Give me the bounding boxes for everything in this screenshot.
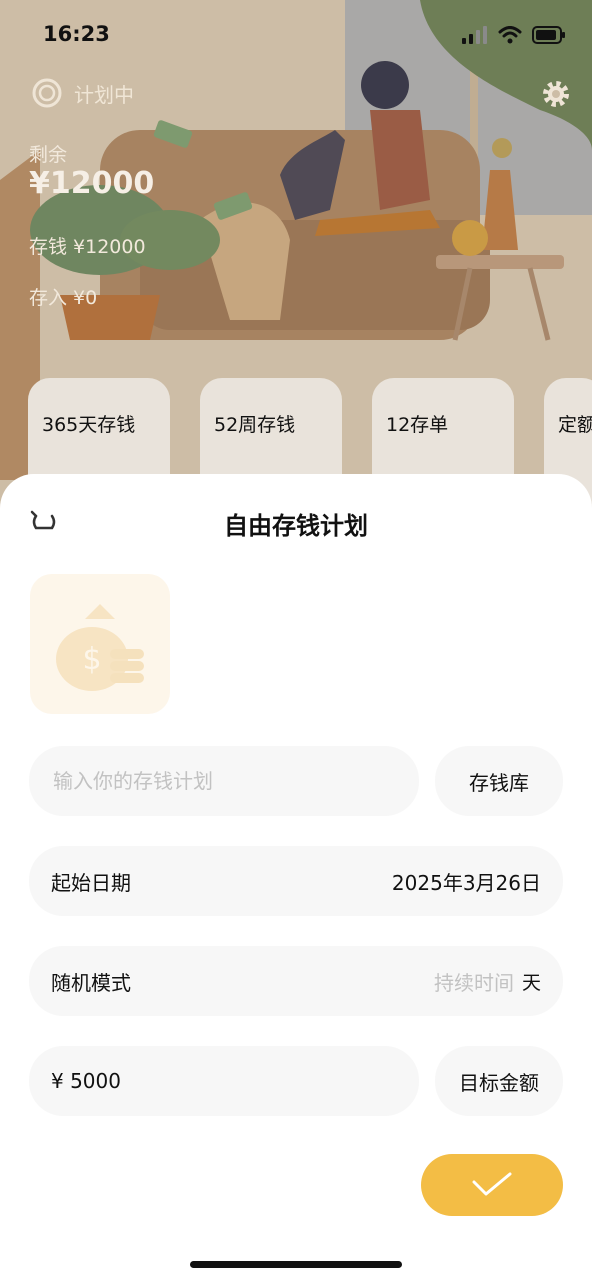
plan-name-input[interactable] [51,768,397,794]
amount-field[interactable]: ¥ 5000 [29,1046,419,1116]
gear-icon [543,81,569,107]
status-time: 16:23 [43,22,110,46]
duration-placeholder[interactable]: 持续时间 [434,967,514,996]
mode-field[interactable]: 随机模式 持续时间 天 [29,946,563,1016]
battery-icon [532,26,565,44]
start-date-value: 2025年3月26日 [391,870,541,895]
status-icons [462,26,566,44]
deposited-amount: 存入 ¥0 [29,287,98,309]
wifi-icon [498,26,522,44]
start-date-label: 起始日期 [51,870,131,895]
home-indicator [190,1261,402,1268]
sheet-title: 自由存钱计划 [224,512,368,540]
plan-card-label: 52周存钱 [214,414,296,436]
status-bar: 16:23 [0,0,592,70]
amount-value[interactable]: ¥ 5000 [51,1069,121,1093]
start-date-field[interactable]: 起始日期 2025年3月26日 [29,846,563,916]
confirm-button[interactable] [421,1154,563,1216]
plan-card-label: 12存单 [386,414,449,436]
saving-library-button[interactable]: 存钱库 [435,746,563,816]
coin-icon [32,78,62,108]
signal-icon [462,26,487,44]
plan-card-label: 365天存钱 [42,414,136,436]
svg-text:$: $ [82,642,101,677]
duration-input-group[interactable]: 持续时间 天 [434,967,541,996]
duration-unit: 天 [521,971,541,994]
saved-amount: 存钱 ¥12000 [29,236,146,258]
target-amount-button[interactable]: 目标金额 [435,1046,563,1116]
mode-label: 随机模式 [51,970,131,995]
money-bag-icon: $ [56,604,144,691]
plan-image-picker[interactable]: $ [30,574,170,714]
free-saving-plan-sheet: 自由存钱计划 $ 存钱库 起始日期 2025年3月26日 随机模式 持续时间 天… [0,474,592,1280]
check-icon [472,1172,512,1196]
settings-button[interactable] [540,78,572,114]
remaining-value: ¥12000 [29,166,155,201]
plan-name-field[interactable] [29,746,419,816]
remaining-label: 剩余 [29,144,68,166]
plan-status-row[interactable]: 计划中 [32,78,134,108]
plan-card-label: 定额 [558,414,592,436]
plan-status-label: 计划中 [74,82,134,107]
